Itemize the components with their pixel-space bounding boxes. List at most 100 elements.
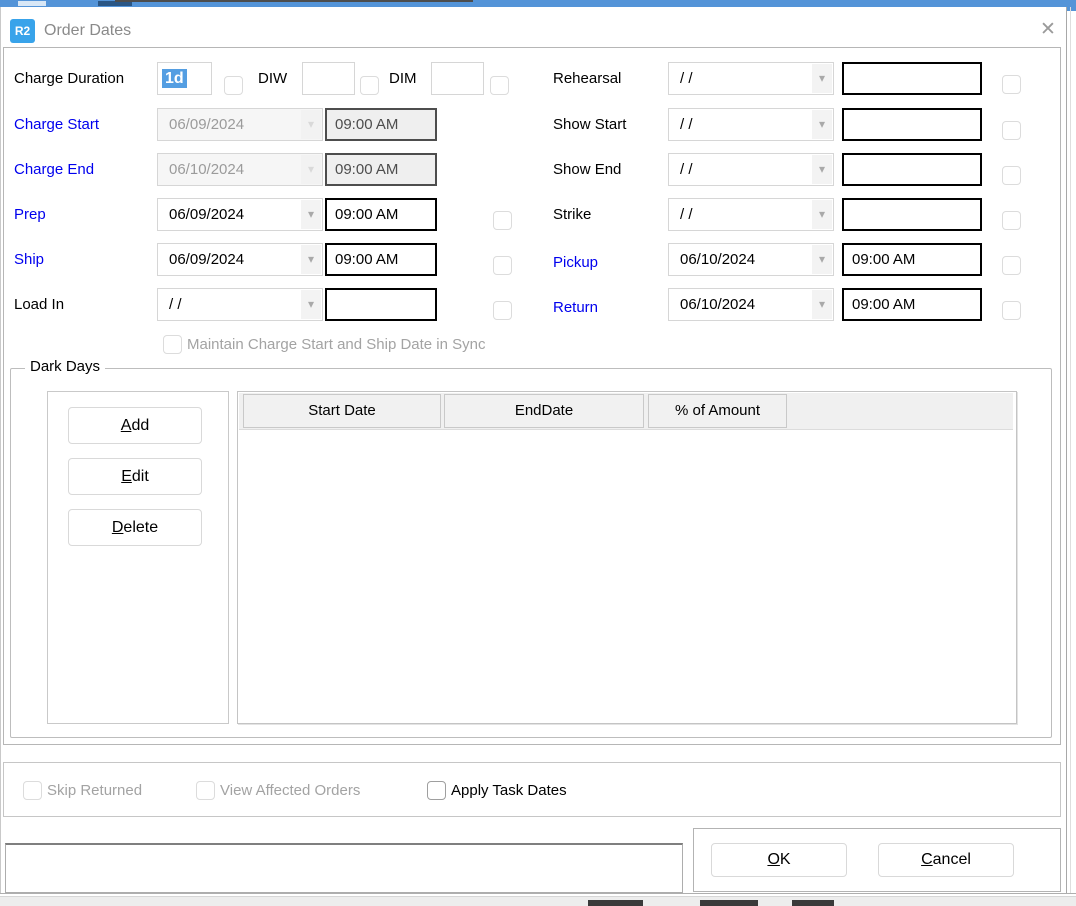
dim-checkbox[interactable] [490, 76, 509, 95]
dialog-right-border [1066, 7, 1067, 894]
date-value: / / [169, 296, 182, 313]
close-icon[interactable]: ✕ [1034, 16, 1062, 44]
load-in-time-input[interactable] [325, 288, 437, 321]
load-in-date-select[interactable]: / / ▾ [157, 288, 323, 321]
chevron-down-icon[interactable]: ▾ [812, 200, 832, 229]
load-in-label: Load In [14, 288, 64, 321]
date-value: 06/09/2024 [169, 251, 244, 268]
return-checkbox[interactable] [1002, 301, 1021, 320]
return-time-input[interactable]: 09:00 AM [842, 288, 982, 321]
return-label: Return [553, 291, 598, 324]
chevron-down-icon[interactable]: ▾ [812, 110, 832, 139]
view-affected-orders-checkbox [196, 781, 215, 800]
chevron-down-icon[interactable]: ▾ [812, 245, 832, 274]
sync-checkbox [163, 335, 182, 354]
show-end-date-select[interactable]: / / ▾ [668, 153, 834, 186]
prep-date-select[interactable]: 06/09/2024 ▾ [157, 198, 323, 231]
charge-duration-input[interactable]: 1d [157, 62, 212, 95]
cancel-button[interactable]: Cancel [878, 843, 1014, 877]
dark-days-table: Start Date EndDate % of Amount [237, 391, 1017, 724]
pickup-date-select[interactable]: 06/10/2024 ▾ [668, 243, 834, 276]
dim-label: DIM [389, 62, 417, 95]
date-value: 06/10/2024 [169, 161, 244, 178]
charge-end-label: Charge End [14, 153, 94, 186]
strike-time-input[interactable] [842, 198, 982, 231]
pickup-checkbox[interactable] [1002, 256, 1021, 275]
ship-checkbox[interactable] [493, 256, 512, 275]
strike-checkbox[interactable] [1002, 211, 1021, 230]
chevron-down-icon[interactable]: ▾ [301, 200, 321, 229]
charge-start-date-select: 06/09/2024 ▾ [157, 108, 323, 141]
comment-input[interactable] [5, 843, 683, 893]
order-dates-dialog: { "window": { "icon_label": "R2", "title… [0, 0, 1076, 906]
charge-duration-checkbox[interactable] [224, 76, 243, 95]
pickup-time-input[interactable]: 09:00 AM [842, 243, 982, 276]
skip-returned-label: Skip Returned [47, 781, 142, 800]
chevron-down-icon[interactable]: ▾ [301, 290, 321, 319]
background-window-bottom-strip [0, 896, 1076, 906]
load-in-checkbox[interactable] [493, 301, 512, 320]
diw-input[interactable] [302, 62, 355, 95]
date-value: / / [680, 206, 693, 223]
background-window-top-strip [0, 0, 1076, 7]
date-value: / / [680, 70, 693, 87]
rehearsal-label: Rehearsal [553, 62, 621, 95]
dark-days-table-body [239, 430, 1013, 720]
rehearsal-date-select[interactable]: / / ▾ [668, 62, 834, 95]
show-start-date-select[interactable]: / / ▾ [668, 108, 834, 141]
add-button[interactable]: Add [68, 407, 202, 444]
column-header-percent-of-amount[interactable]: % of Amount [648, 394, 787, 428]
dialog-title: Order Dates [44, 19, 131, 43]
prep-checkbox[interactable] [493, 211, 512, 230]
apply-task-dates-label: Apply Task Dates [451, 781, 567, 800]
skip-returned-checkbox [23, 781, 42, 800]
show-start-label: Show Start [553, 108, 626, 141]
dark-days-button-panel: Add Edit Delete [47, 391, 229, 724]
dialog-left-border [0, 7, 1, 894]
strike-label: Strike [553, 198, 591, 231]
return-date-select[interactable]: 06/10/2024 ▾ [668, 288, 834, 321]
prep-label: Prep [14, 198, 46, 231]
chevron-down-icon[interactable]: ▾ [812, 290, 832, 319]
charge-start-label: Charge Start [14, 108, 99, 141]
date-value: / / [680, 116, 693, 133]
show-end-label: Show End [553, 153, 621, 186]
edit-button[interactable]: Edit [68, 458, 202, 495]
ship-label: Ship [14, 243, 44, 276]
charge-end-time-input: 09:00 AM [325, 153, 437, 186]
chevron-down-icon[interactable]: ▾ [301, 245, 321, 274]
charge-start-time-input: 09:00 AM [325, 108, 437, 141]
titlebar: R2 Order Dates ✕ [0, 7, 1066, 47]
ship-date-select[interactable]: 06/09/2024 ▾ [157, 243, 323, 276]
rehearsal-checkbox[interactable] [1002, 75, 1021, 94]
background-text-fragment [700, 900, 758, 906]
selected-text: 1d [162, 69, 187, 88]
column-header-start-date[interactable]: Start Date [243, 394, 441, 428]
apply-task-dates-checkbox[interactable] [427, 781, 446, 800]
chevron-down-icon[interactable]: ▾ [812, 155, 832, 184]
dialog-right-border-outer [1070, 7, 1071, 894]
show-end-checkbox[interactable] [1002, 166, 1021, 185]
date-value: 06/09/2024 [169, 116, 244, 133]
ship-time-input[interactable]: 09:00 AM [325, 243, 437, 276]
background-text-fragment [18, 1, 46, 6]
prep-time-input[interactable]: 09:00 AM [325, 198, 437, 231]
column-header-end-date[interactable]: EndDate [444, 394, 644, 428]
show-end-time-input[interactable] [842, 153, 982, 186]
footer-options-panel: Skip Returned View Affected Orders Apply… [3, 762, 1061, 817]
show-start-checkbox[interactable] [1002, 121, 1021, 140]
strike-date-select[interactable]: / / ▾ [668, 198, 834, 231]
delete-button[interactable]: Delete [68, 509, 202, 546]
rehearsal-time-input[interactable] [842, 62, 982, 95]
ok-button[interactable]: OK [711, 843, 847, 877]
dialog-bottom-border [0, 893, 1076, 894]
dim-input[interactable] [431, 62, 484, 95]
chevron-down-icon[interactable]: ▾ [812, 64, 832, 93]
action-button-panel: OK Cancel [693, 828, 1061, 892]
diw-checkbox[interactable] [360, 76, 379, 95]
date-value: 06/10/2024 [680, 251, 755, 268]
sync-checkbox-label: Maintain Charge Start and Ship Date in S… [187, 335, 486, 354]
show-start-time-input[interactable] [842, 108, 982, 141]
dark-days-legend: Dark Days [25, 358, 105, 375]
dark-days-group: Dark Days Add Edit Delete Start Date End… [10, 368, 1052, 738]
